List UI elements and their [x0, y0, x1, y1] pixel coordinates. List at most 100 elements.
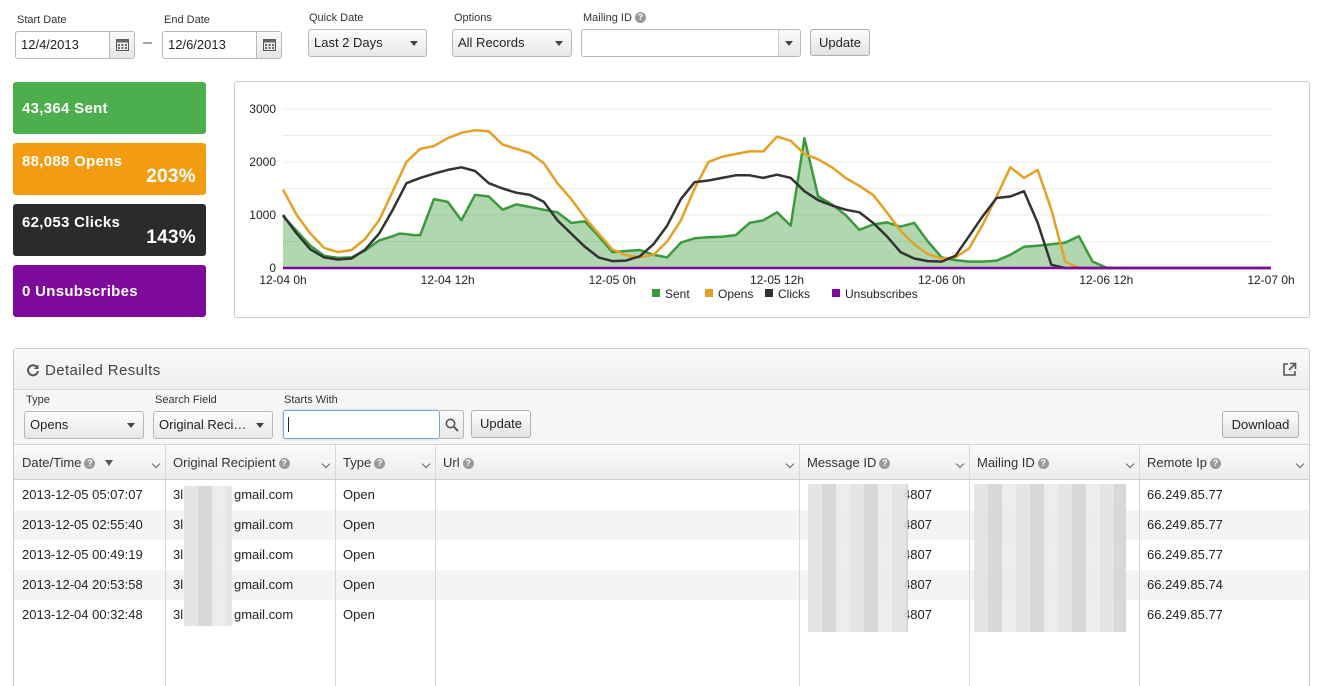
column-header-type[interactable]: Type? — [335, 445, 435, 480]
x-tick-label: 12-05 0h — [589, 273, 636, 287]
start-date-calendar-button[interactable] — [109, 32, 134, 58]
cell-type: Open — [343, 517, 375, 532]
options-select[interactable]: All Records — [452, 29, 572, 57]
search-field-label: Search Field — [155, 394, 217, 406]
cell-datetime: 2013-12-05 02:55:40 — [22, 517, 143, 532]
stat-unsubscribes-label: 0 Unsubscribes — [22, 283, 138, 300]
cell-recipient-domain: gmail.com — [234, 517, 294, 532]
y-tick-label: 1000 — [249, 208, 276, 222]
starts-with-label: Starts With — [284, 394, 338, 406]
quick-date-select[interactable]: Last 2 Days — [308, 29, 427, 57]
chevron-down-icon — [785, 41, 793, 46]
cell-remote-ip: 66.249.85.77 — [1147, 607, 1223, 622]
cell-remote-ip: 66.249.85.74 — [1147, 577, 1223, 592]
redacted-mailing-id — [974, 484, 1126, 632]
help-icon[interactable]: ? — [1037, 458, 1049, 469]
starts-with-input[interactable] — [283, 410, 440, 439]
results-update-button[interactable]: Update — [471, 410, 531, 438]
stat-clicks-percent: 143% — [146, 227, 196, 248]
start-date-value: 12/4/2013 — [21, 37, 79, 52]
help-icon[interactable]: ? — [1209, 458, 1221, 469]
text-cursor — [288, 417, 289, 432]
type-select[interactable]: Opens — [24, 411, 144, 439]
column-header-url[interactable]: Url? — [435, 445, 799, 480]
legend-label: Opens — [718, 287, 753, 301]
column-header-mailing-id[interactable]: Mailing ID? — [969, 445, 1139, 480]
chevron-down-icon — [410, 41, 418, 46]
cell-url — [435, 540, 443, 570]
download-button[interactable]: Download — [1222, 411, 1299, 438]
cell-recipient-domain: gmail.com — [234, 577, 294, 592]
refresh-icon[interactable] — [26, 363, 40, 377]
chevron-down-icon — [1295, 459, 1305, 469]
end-date-calendar-button[interactable] — [256, 32, 281, 58]
y-tick-label: 3000 — [249, 102, 276, 116]
help-icon[interactable]: ? — [374, 458, 386, 469]
stat-opens[interactable]: 88,088 Opens 203% — [13, 143, 206, 195]
activity-chart-panel: 0 1000 2000 3000 12-04 0h 12-04 12h 12-05 0h 12… — [234, 81, 1310, 318]
cell-recipient-prefix: 3l — [173, 487, 184, 502]
search-button[interactable] — [440, 410, 464, 439]
cell-recipient-prefix: 3l — [173, 577, 184, 592]
column-divider — [165, 445, 166, 686]
help-icon[interactable]: ? — [634, 12, 646, 23]
chevron-down-icon — [256, 423, 264, 428]
results-filter-bar: Type Opens Search Field Original Reci… S… — [14, 390, 1309, 445]
column-header-datetime[interactable]: Date/Time? — [14, 445, 165, 480]
stat-opens-percent: 203% — [146, 166, 196, 187]
mailing-id-combobox[interactable] — [581, 29, 801, 57]
activity-chart: 010002000300012-04 0h 12-04 12h 12-05 0h 12… — [249, 102, 1294, 301]
column-header-message-id[interactable]: Message ID? — [799, 445, 969, 480]
legend-label: Clicks — [778, 287, 810, 301]
mailing-id-dropdown-button[interactable] — [778, 30, 800, 56]
cell-type: Open — [343, 607, 375, 622]
cell-recipient-prefix: 3l — [173, 607, 184, 622]
calendar-icon — [263, 39, 276, 51]
legend-swatch — [705, 289, 713, 297]
column-header-mailing-id-label: Mailing ID — [977, 455, 1035, 470]
cell-recipient-domain: gmail.com — [234, 547, 294, 562]
x-tick-label: 12-04 12h — [421, 273, 475, 287]
mailing-id-label-text: Mailing ID — [583, 12, 632, 24]
column-header-type-label: Type — [343, 455, 372, 470]
cell-recipient-prefix: 3l — [173, 517, 184, 532]
x-tick-label: 12-04 0h — [259, 273, 306, 287]
cell-recipient-domain: gmail.com — [234, 487, 294, 502]
stat-clicks-label: 62,053 Clicks — [22, 214, 121, 231]
end-date-input[interactable]: 12/6/2013 — [162, 31, 282, 59]
panel-header: Detailed Results — [14, 349, 1309, 390]
help-icon[interactable]: ? — [879, 458, 891, 469]
type-value: Opens — [30, 417, 69, 432]
quick-date-label: Quick Date — [309, 12, 364, 24]
cell-recipient-prefix: 3l — [173, 547, 184, 562]
cell-url — [435, 510, 443, 540]
update-button[interactable]: Update — [810, 29, 870, 56]
panel-title: Detailed Results — [45, 362, 161, 379]
help-icon[interactable]: ? — [84, 458, 96, 469]
column-divider — [335, 445, 336, 686]
search-icon — [445, 418, 459, 432]
column-header-remote-ip[interactable]: Remote Ip? — [1139, 445, 1309, 480]
chevron-down-icon — [421, 459, 431, 469]
help-icon[interactable]: ? — [278, 458, 290, 469]
cell-remote-ip: 66.249.85.77 — [1147, 547, 1223, 562]
legend-swatch — [652, 289, 660, 297]
search-field-select[interactable]: Original Reci… — [153, 411, 273, 439]
redacted-recipient — [184, 486, 232, 626]
legend-swatch — [765, 289, 773, 297]
cell-remote-ip: 66.249.85.77 — [1147, 487, 1223, 502]
start-date-input[interactable]: 12/4/2013 — [15, 31, 135, 59]
quick-date-value: Last 2 Days — [314, 35, 383, 50]
external-link-icon[interactable] — [1282, 362, 1297, 377]
options-value: All Records — [458, 35, 525, 50]
stat-sent[interactable]: 43,364 Sent — [13, 82, 206, 134]
stat-opens-label: 88,088 Opens — [22, 153, 123, 170]
help-icon[interactable]: ? — [462, 458, 474, 469]
options-label: Options — [454, 12, 492, 24]
table-body: 2013-12-05 05:07:07 3l gmail.com Open 48… — [14, 480, 1309, 686]
column-header-recipient[interactable]: Original Recipient? — [165, 445, 335, 480]
stat-clicks[interactable]: 62,053 Clicks 143% — [13, 204, 206, 256]
stat-unsubscribes[interactable]: 0 Unsubscribes — [13, 265, 206, 317]
column-divider — [969, 445, 970, 686]
chevron-down-icon — [321, 459, 331, 469]
